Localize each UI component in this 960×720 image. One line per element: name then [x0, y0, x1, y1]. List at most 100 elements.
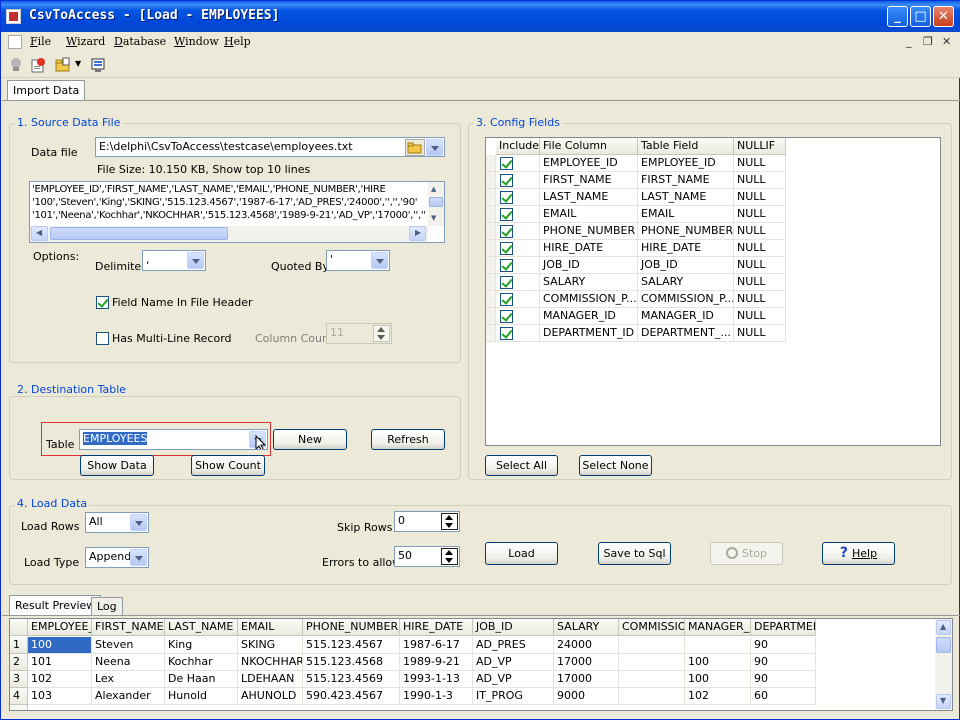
include-checkbox-cell[interactable] [496, 240, 540, 257]
nullif-cell[interactable]: NULL [734, 291, 786, 308]
refresh-button[interactable]: Refresh [371, 429, 445, 450]
result-col-header[interactable]: SALARY [554, 619, 619, 636]
col-header-include[interactable]: Include [496, 138, 540, 155]
result-cell[interactable]: Kochhar [165, 654, 238, 671]
include-checkbox-cell[interactable] [496, 308, 540, 325]
include-checkbox[interactable] [500, 259, 513, 272]
table-field-cell[interactable]: JOB_ID [638, 257, 734, 274]
load-rows-dropdown-icon[interactable] [130, 514, 147, 531]
browse-folder-button[interactable] [405, 139, 425, 156]
result-cell[interactable] [619, 688, 685, 705]
file-column-cell[interactable]: COMMISSION_P... [540, 291, 638, 308]
result-scroll-up-icon[interactable]: ▲ [936, 620, 951, 635]
row-number[interactable]: 3 [10, 671, 28, 688]
result-col-header[interactable]: FIRST_NAME [92, 619, 165, 636]
file-column-cell[interactable]: JOB_ID [540, 257, 638, 274]
save-to-sql-button[interactable]: Save to Sql [598, 542, 671, 565]
result-cell[interactable]: AD_VP [473, 671, 554, 688]
nullif-cell[interactable]: NULL [734, 274, 786, 291]
stop-button[interactable]: Stop [710, 542, 783, 565]
col-header-table-field[interactable]: Table Field [638, 138, 734, 155]
load-type-select[interactable]: Append [85, 547, 149, 568]
result-cell[interactable]: King [165, 637, 238, 654]
tab-log[interactable]: Log [91, 597, 123, 615]
result-col-header[interactable]: COMMISSIO [619, 619, 685, 636]
result-cell[interactable]: 515.123.4569 [303, 671, 400, 688]
new-wizard-icon[interactable] [30, 57, 46, 73]
result-cell[interactable]: 100 [685, 654, 751, 671]
mdi-restore-button[interactable]: ❐ [923, 35, 933, 48]
run-icon[interactable] [90, 57, 106, 73]
dropdown-arrow-icon[interactable]: ▼ [75, 59, 81, 68]
row-indicator[interactable] [486, 240, 496, 257]
result-cell[interactable]: 101 [28, 654, 92, 671]
result-col-header[interactable]: JOB_ID [473, 619, 554, 636]
menu-file[interactable]: File [30, 35, 51, 48]
file-column-cell[interactable]: SALARY [540, 274, 638, 291]
result-cell[interactable] [619, 671, 685, 688]
close-button[interactable]: ✕ [933, 6, 954, 27]
nullif-cell[interactable]: NULL [734, 223, 786, 240]
preview-vscroll-thumb[interactable] [429, 197, 443, 207]
result-cell[interactable]: SKING [238, 637, 303, 654]
result-cell[interactable]: 515.123.4567 [303, 637, 400, 654]
result-col-header[interactable]: DEPARTMEI [751, 619, 816, 636]
row-indicator[interactable] [486, 172, 496, 189]
include-checkbox[interactable] [500, 174, 513, 187]
include-checkbox[interactable] [500, 293, 513, 306]
file-column-cell[interactable]: EMPLOYEE_ID [540, 155, 638, 172]
table-field-cell[interactable]: LAST_NAME [638, 189, 734, 206]
quoted-by-dropdown-icon[interactable] [371, 252, 388, 269]
mdi-child-icon[interactable] [8, 35, 22, 49]
result-cell[interactable]: 1990-1-3 [400, 688, 473, 705]
result-cell[interactable]: Hunold [165, 688, 238, 705]
col-header-file-column[interactable]: File Column [540, 138, 638, 155]
data-file-dropdown-icon[interactable] [426, 139, 443, 156]
table-select[interactable]: EMPLOYEES [79, 429, 268, 450]
nullif-cell[interactable]: NULL [734, 308, 786, 325]
tab-result-preview[interactable]: Result Preview [9, 595, 102, 615]
help-button[interactable]: ? Help [822, 542, 895, 565]
result-vertical-scrollbar[interactable]: ▲ ▼ [935, 619, 952, 710]
table-field-cell[interactable]: PHONE_NUMBER [638, 223, 734, 240]
row-indicator[interactable] [486, 274, 496, 291]
maximize-button[interactable]: □ [910, 6, 931, 27]
row-indicator[interactable] [486, 325, 496, 342]
result-cell[interactable]: 17000 [554, 654, 619, 671]
nullif-cell[interactable]: NULL [734, 240, 786, 257]
scroll-left-icon[interactable]: ◀ [31, 226, 48, 241]
result-col-header[interactable]: PHONE_NUMBER [303, 619, 400, 636]
nullif-cell[interactable]: NULL [734, 172, 786, 189]
result-cell[interactable]: 90 [751, 671, 816, 688]
result-cell[interactable]: 60 [751, 688, 816, 705]
include-checkbox[interactable] [500, 157, 513, 170]
mdi-minimize-button[interactable]: _ [906, 35, 912, 48]
result-cell[interactable]: Alexander [92, 688, 165, 705]
column-count-input[interactable]: 11 [326, 323, 392, 344]
result-cell[interactable]: 102 [685, 688, 751, 705]
quoted-by-select[interactable]: ' [326, 250, 390, 271]
include-checkbox[interactable] [500, 191, 513, 204]
file-column-cell[interactable]: EMAIL [540, 206, 638, 223]
row-number[interactable]: 1 [10, 637, 28, 654]
table-field-cell[interactable]: EMPLOYEE_ID [638, 155, 734, 172]
table-field-cell[interactable]: MANAGER_ID [638, 308, 734, 325]
include-checkbox[interactable] [500, 327, 513, 340]
scroll-up-icon[interactable]: ▲ [431, 185, 436, 193]
result-cell[interactable]: AD_PRES [473, 637, 554, 654]
file-column-cell[interactable]: PHONE_NUMBER [540, 223, 638, 240]
file-column-cell[interactable]: DEPARTMENT_ID [540, 325, 638, 342]
result-cell[interactable]: 24000 [554, 637, 619, 654]
nullif-cell[interactable]: NULL [734, 257, 786, 274]
nullif-cell[interactable]: NULL [734, 155, 786, 172]
skip-rows-spin-icon[interactable] [441, 513, 458, 530]
result-cell[interactable]: AD_VP [473, 654, 554, 671]
result-cell[interactable]: IT_PROG [473, 688, 554, 705]
file-column-cell[interactable]: HIRE_DATE [540, 240, 638, 257]
config-fields-grid[interactable]: Include File Column Table Field NULLIF E… [485, 137, 941, 446]
select-all-button[interactable]: Select All [485, 455, 558, 476]
result-cell[interactable]: LDEHAAN [238, 671, 303, 688]
include-checkbox-cell[interactable] [496, 257, 540, 274]
result-scroll-down-icon[interactable]: ▼ [936, 694, 951, 709]
result-cell[interactable]: Lex [92, 671, 165, 688]
